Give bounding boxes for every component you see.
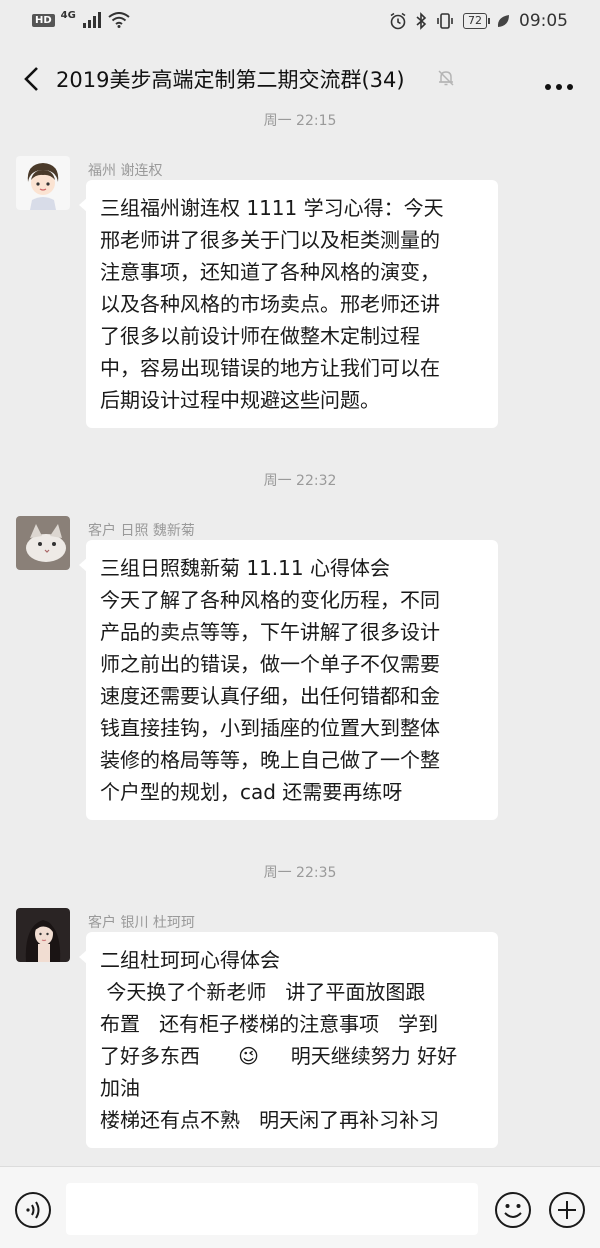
plus-icon	[549, 1192, 585, 1228]
hd-badge: HD	[32, 13, 55, 27]
message-line: 今天了解了各种风格的变化历程，不同	[100, 588, 440, 612]
more-functions-button[interactable]	[548, 1191, 586, 1233]
message-line: 加油	[100, 1076, 140, 1100]
wifi-icon	[108, 12, 130, 28]
battery-indicator: 72	[463, 13, 490, 29]
cat-avatar-icon	[16, 516, 70, 570]
chat-area[interactable]: 周一 22:15 福州 谢连权 三组福州谢连权 1111 学习心得：今天 邢老师…	[0, 100, 600, 1160]
mute-indicator	[436, 68, 456, 92]
sender-name: 客户 银川 杜珂珂	[88, 915, 195, 931]
voice-button[interactable]	[14, 1191, 52, 1233]
leaf-icon	[497, 15, 509, 27]
message-line: 中，容易出现错误的地方让我们可以在	[100, 356, 440, 380]
message-bubble[interactable]: 二组杜珂珂心得体会 今天换了个新老师 讲了平面放图跟 布置 还有柜子楼梯的注意事…	[79, 932, 498, 1148]
status-left: HD 4G	[32, 9, 130, 28]
message-line: 二组杜珂珂心得体会	[100, 948, 280, 972]
message-line: 师之前出的错误，做一个单子不仅需要	[100, 652, 440, 676]
vibrate-icon	[437, 13, 453, 29]
mute-bell-icon	[438, 70, 454, 86]
avatar[interactable]	[16, 908, 70, 962]
message-line: 产品的卖点等等，下午讲解了很多设计	[100, 620, 440, 644]
message-line: 个户型的规划，cad 还需要再练呀	[100, 780, 403, 804]
message-bubble[interactable]: 三组日照魏新菊 11.11 心得体会 今天了解了各种风格的变化历程，不同 产品的…	[79, 540, 498, 820]
message-line: 今天换了个新老师 讲了平面放图跟	[100, 980, 426, 1004]
back-button[interactable]	[18, 64, 48, 94]
chat-title: 2019美步高端定制第二期交流群(34)	[56, 68, 405, 92]
message-timestamp: 周一 22:35	[263, 865, 337, 881]
more-button[interactable]	[544, 76, 574, 95]
message-input[interactable]	[66, 1183, 478, 1235]
input-bar	[0, 1166, 600, 1248]
back-icon	[24, 67, 38, 91]
bluetooth-icon	[416, 12, 427, 30]
message-line: 注意事项，还知道了各种风格的演变，	[100, 260, 440, 284]
more-icon	[545, 84, 573, 90]
message-line: 钱直接挂钩，小到插座的位置大到整体	[100, 716, 440, 740]
avatar[interactable]	[16, 156, 70, 210]
cartoon-girl-avatar-icon	[16, 156, 70, 210]
message-line: 三组福州谢连权 1111 学习心得：今天	[100, 196, 444, 220]
message-timestamp: 周一 22:15	[263, 113, 337, 129]
message-line: 布置 还有柜子楼梯的注意事项 学到	[100, 1012, 439, 1036]
avatar[interactable]	[16, 516, 70, 570]
voice-icon	[15, 1192, 51, 1228]
message-line: 三组日照魏新菊 11.11 心得体会	[100, 556, 390, 580]
emoji-icon	[495, 1192, 531, 1228]
message-line: 了很多以前设计师在做整木定制过程	[100, 324, 420, 348]
message-line: 速度还需要认真仔细，出任何错都和金	[100, 684, 440, 708]
status-right: 72 09:05	[389, 11, 568, 31]
message-line: 以及各种风格的市场卖点。邢老师还讲	[100, 292, 440, 316]
sender-name: 客户 日照 魏新菊	[88, 523, 195, 539]
signal-icon	[82, 12, 101, 28]
portrait-avatar-icon	[16, 908, 70, 962]
network-type: 4G	[60, 9, 76, 21]
message-bubble[interactable]: 三组福州谢连权 1111 学习心得：今天 邢老师讲了很多关于门以及柜类测量的 注…	[79, 180, 498, 428]
clock: 09:05	[519, 11, 568, 31]
sender-name: 福州 谢连权	[88, 163, 163, 179]
message-line: 了好多东西 😉 明天继续努力 好好	[100, 1044, 458, 1068]
status-bar: HD 4G 72 09:05	[0, 0, 600, 44]
message-line: 装修的格局等等，晚上自己做了一个整	[100, 748, 440, 772]
message-timestamp: 周一 22:32	[263, 473, 337, 489]
message-line: 楼梯还有点不熟 明天闲了再补习补习	[100, 1108, 440, 1132]
alarm-icon	[390, 12, 406, 30]
emoji-button[interactable]	[494, 1191, 532, 1233]
message-line: 邢老师讲了很多关于门以及柜类测量的	[100, 228, 440, 252]
message-line: 后期设计过程中规避这些问题。	[100, 388, 380, 412]
